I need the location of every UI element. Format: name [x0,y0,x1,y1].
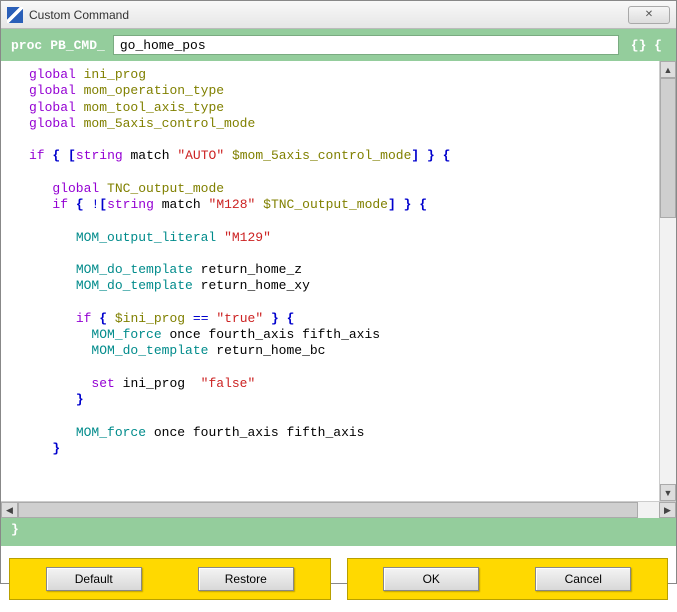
title-bar: Custom Command ✕ [1,1,676,29]
close-icon: ✕ [645,9,653,20]
scroll-right-icon[interactable]: ▶ [659,502,676,518]
close-button[interactable]: ✕ [628,6,670,24]
ok-button[interactable]: OK [383,567,479,591]
hscroll-track[interactable] [18,502,659,518]
vscroll-thumb[interactable] [660,78,676,218]
button-row: Default Restore OK Cancel [1,546,676,612]
window-title: Custom Command [29,8,628,22]
horizontal-scrollbar[interactable]: ◀ ▶ [1,501,676,518]
default-button[interactable]: Default [46,567,142,591]
proc-keyword: proc [11,38,42,53]
app-icon [7,7,23,23]
proc-header: proc PB_CMD_ {} { [1,29,676,61]
scroll-down-icon[interactable]: ▼ [660,484,676,501]
code-area[interactable]: global ini_prog global mom_operation_typ… [1,61,659,501]
proc-prefix: PB_CMD_ [50,38,105,53]
cancel-button[interactable]: Cancel [535,567,631,591]
command-name-input[interactable] [113,35,619,55]
proc-open-braces: {} { [627,38,666,53]
code-content[interactable]: global ini_prog global mom_operation_typ… [5,67,655,457]
right-button-group: OK Cancel [347,558,669,600]
vscroll-track[interactable] [660,78,676,484]
proc-close-brace: } [11,522,19,537]
proc-footer: } [1,518,676,546]
left-button-group: Default Restore [9,558,331,600]
scroll-left-icon[interactable]: ◀ [1,502,18,518]
scroll-up-icon[interactable]: ▲ [660,61,676,78]
vertical-scrollbar[interactable]: ▲ ▼ [659,61,676,501]
hscroll-thumb[interactable] [18,502,638,518]
code-region: global ini_prog global mom_operation_typ… [1,61,676,501]
restore-button[interactable]: Restore [198,567,294,591]
